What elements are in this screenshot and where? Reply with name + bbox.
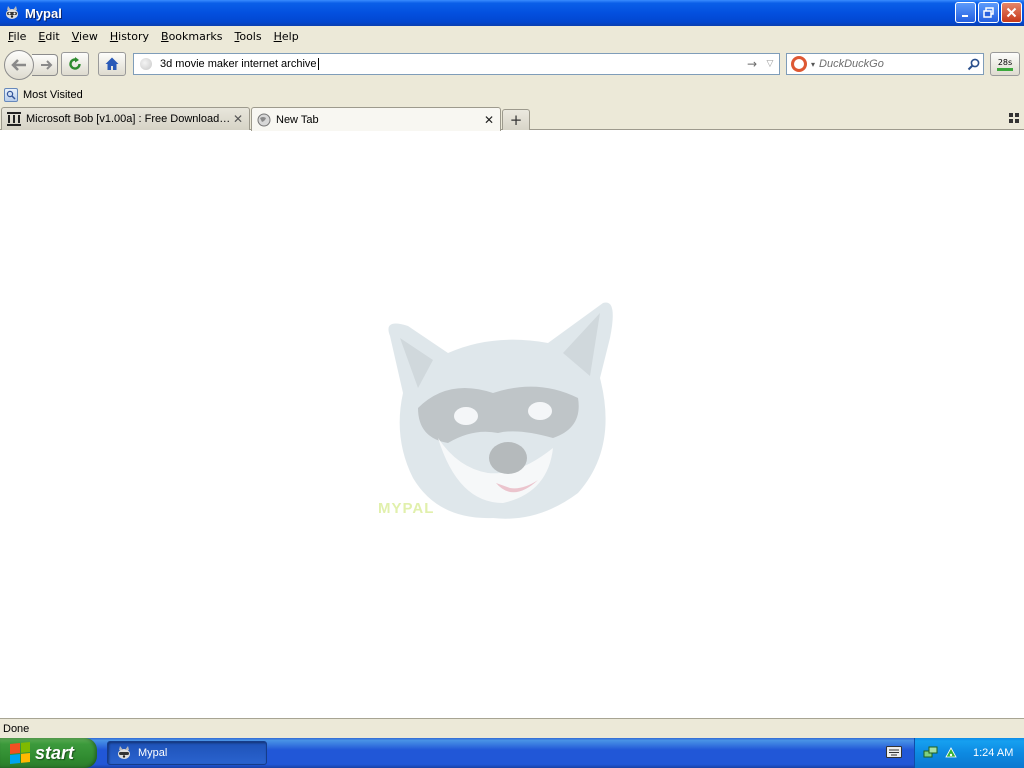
taskbar-item-label: Mypal xyxy=(138,747,168,759)
status-bar: Done xyxy=(0,718,1024,738)
network-icon[interactable] xyxy=(923,745,939,761)
url-input[interactable]: 3d movie maker internet archive xyxy=(160,58,743,71)
close-icon xyxy=(1006,7,1017,18)
taskbar-item-mypal[interactable]: Mypal xyxy=(107,741,267,765)
home-icon xyxy=(105,57,119,70)
raccoon-icon xyxy=(116,745,132,761)
tab-new-tab[interactable]: New Tab ✕ xyxy=(251,107,501,131)
menu-history[interactable]: History xyxy=(104,30,155,43)
raccoon-icon xyxy=(4,5,20,21)
most-visited-folder-icon[interactable] xyxy=(4,88,18,102)
tab-label: New Tab xyxy=(276,113,319,126)
magnifier-icon xyxy=(967,58,979,70)
addon-badge: 28s xyxy=(997,57,1013,67)
new-tab-button[interactable]: + xyxy=(502,109,530,130)
window-controls xyxy=(955,2,1022,23)
search-input[interactable]: DuckDuckGo xyxy=(819,58,963,70)
reload-button[interactable] xyxy=(61,52,89,76)
tab-strip: Microsoft Bob [v1.00a] : Free Download, … xyxy=(0,106,1024,131)
status-text: Done xyxy=(3,722,30,735)
addon-toolbar-button[interactable]: 28s xyxy=(990,52,1020,76)
navigation-toolbar: 3d movie maker internet archive → ▽ ▾ Du… xyxy=(0,47,1024,83)
tab-label: Microsoft Bob [v1.00a] : Free Download, … xyxy=(26,113,231,125)
back-forward-group xyxy=(4,50,58,80)
page-content[interactable]: MYPAL xyxy=(0,130,1024,718)
go-arrow-icon[interactable]: → xyxy=(743,57,761,71)
menu-file[interactable]: File xyxy=(2,30,32,43)
keyboard-icon[interactable] xyxy=(886,746,902,758)
text-caret xyxy=(317,58,319,71)
raccoon-mascot-image xyxy=(388,302,613,519)
windows-flag-icon xyxy=(10,741,30,765)
home-button[interactable] xyxy=(98,52,126,76)
menu-help[interactable]: Help xyxy=(268,30,305,43)
tab-microsoft-bob[interactable]: Microsoft Bob [v1.00a] : Free Download, … xyxy=(1,107,250,130)
internet-archive-icon xyxy=(6,111,22,127)
reload-icon xyxy=(69,57,81,70)
minimize-button[interactable] xyxy=(955,2,976,23)
start-label: start xyxy=(35,742,75,763)
safely-remove-hardware-icon[interactable] xyxy=(943,745,959,761)
globe-icon xyxy=(256,112,272,128)
plus-icon: + xyxy=(509,111,523,129)
bookmark-most-visited[interactable]: Most Visited xyxy=(23,89,83,101)
taskbar: start Mypal 1:24 AM xyxy=(0,738,1024,768)
title-bar[interactable]: Mypal xyxy=(0,0,1024,26)
tab-close-icon[interactable]: ✕ xyxy=(231,112,245,126)
forward-button[interactable] xyxy=(32,54,58,76)
tab-close-icon[interactable]: ✕ xyxy=(482,113,496,127)
url-history-dropdown-icon[interactable]: ▽ xyxy=(761,59,779,69)
back-arrow-icon xyxy=(11,59,26,71)
back-button[interactable] xyxy=(4,50,34,80)
search-bar[interactable]: ▾ DuckDuckGo xyxy=(786,53,984,75)
menu-bookmarks[interactable]: Bookmarks xyxy=(155,30,228,43)
duckduckgo-icon[interactable] xyxy=(791,56,807,72)
clock[interactable]: 1:24 AM xyxy=(973,747,1013,759)
bookmarks-toolbar: Most Visited xyxy=(0,84,1024,106)
page-favicon-icon xyxy=(140,58,152,70)
system-tray: 1:24 AM xyxy=(914,738,1024,768)
minimize-icon xyxy=(961,14,968,17)
addon-progress-bar xyxy=(997,67,1013,71)
mypal-watermark: MYPAL xyxy=(378,500,435,517)
restore-button[interactable] xyxy=(978,2,999,23)
start-button[interactable]: start xyxy=(0,738,97,768)
search-button[interactable] xyxy=(963,58,983,71)
forward-arrow-icon xyxy=(40,60,52,70)
window-title: Mypal xyxy=(25,5,62,21)
menu-view[interactable]: View xyxy=(66,30,104,43)
url-bar[interactable]: 3d movie maker internet archive → ▽ xyxy=(133,53,780,75)
restore-icon xyxy=(983,7,994,18)
menu-tools[interactable]: Tools xyxy=(228,30,267,43)
close-button[interactable] xyxy=(1001,2,1022,23)
search-engine-dropdown-icon[interactable]: ▾ xyxy=(811,60,815,69)
list-all-tabs-icon[interactable] xyxy=(1008,112,1020,124)
menu-edit[interactable]: Edit xyxy=(32,30,65,43)
menu-bar: File Edit View History Bookmarks Tools H… xyxy=(0,26,1024,46)
